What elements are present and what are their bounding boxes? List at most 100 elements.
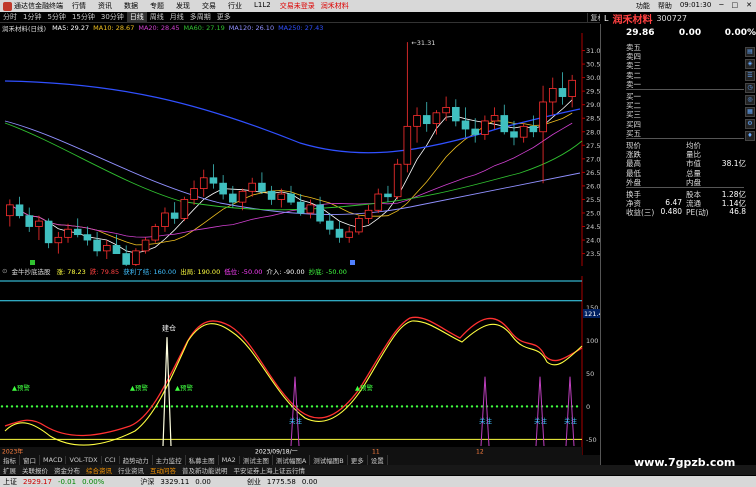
- sidebar-btn-1[interactable]: ▤: [745, 47, 755, 57]
- build-label: 建仓: [162, 324, 176, 333]
- indicator-chart[interactable]: 150100500-50121.46建仓▲预警▲预警▲预警▲预警关注关注关注关注…: [0, 276, 600, 455]
- indicator-tab-9[interactable]: 测试主图: [240, 455, 273, 465]
- info-tab-2[interactable]: 资金分布: [51, 465, 83, 475]
- candle-body: [539, 101, 547, 133]
- bottom-level-dot: [245, 405, 249, 408]
- trade-status[interactable]: 交易未登录: [277, 1, 318, 11]
- indicator-tab-7[interactable]: 私募主图: [186, 455, 219, 465]
- menu-item-0[interactable]: 行情: [66, 1, 92, 11]
- bottom-level-dot: [85, 405, 89, 408]
- info-tab-0[interactable]: 扩展: [0, 465, 19, 475]
- candle-body: [190, 188, 198, 200]
- indicator-tab-2[interactable]: MACD: [40, 456, 67, 464]
- period-5[interactable]: 日线: [126, 12, 147, 22]
- indicator-legend: ⊙ 金牛抄底选股 涨: 78.23 跌: 79.85 获利了结: 160.00 出局:…: [0, 266, 600, 276]
- period-6[interactable]: 周线: [147, 12, 167, 22]
- menu-item-7[interactable]: L1L2: [248, 1, 277, 11]
- menu-item-6[interactable]: 行业: [222, 1, 248, 11]
- period-7[interactable]: 月线: [167, 12, 187, 22]
- maximize-icon[interactable]: □: [728, 1, 743, 11]
- indicator-tab-11[interactable]: 测试幅图B: [310, 455, 348, 465]
- candle-body: [25, 215, 34, 227]
- sidebar-btn-6[interactable]: ▦: [745, 107, 755, 117]
- indicator-name[interactable]: 金牛抄底选股: [9, 266, 52, 276]
- bottom-level-dot: [500, 405, 504, 408]
- info-tab-5[interactable]: 互动问答: [147, 465, 179, 475]
- menu-item-5[interactable]: 交易: [196, 1, 222, 11]
- promo-stock[interactable]: 润禾材料: [318, 1, 352, 11]
- candle-body: [519, 125, 528, 138]
- quote-row-label2-1: 量比: [686, 150, 701, 160]
- kline-y-label: 28.50: [586, 115, 600, 123]
- menu-item-2[interactable]: 数据: [118, 1, 144, 11]
- bottom-level-dot: [475, 405, 479, 408]
- stock-code-letter: L: [604, 13, 609, 23]
- quote-row2-value2-1: 1.14亿: [721, 199, 746, 209]
- bottom-level-dot: [30, 405, 34, 408]
- bottom-level-dot: [440, 405, 444, 408]
- sidebar-btn-3[interactable]: ☰: [745, 71, 755, 81]
- menu-item-4[interactable]: 发现: [170, 1, 196, 11]
- indicator-tab-1[interactable]: 窗口: [20, 455, 40, 465]
- help-menu[interactable]: 帮助: [654, 1, 676, 11]
- candle-body: [413, 115, 421, 127]
- quote-row-label-2: 最高: [626, 159, 641, 169]
- bottom-level-dot: [465, 405, 469, 408]
- period-1[interactable]: 1分钟: [20, 12, 44, 22]
- indicator-tab-12[interactable]: 更多: [348, 455, 368, 465]
- period-0[interactable]: 分时: [0, 12, 20, 22]
- bottom-level-dot: [165, 405, 169, 408]
- menu-item-3[interactable]: 专题: [144, 1, 170, 11]
- info-tab-3[interactable]: 综合资讯: [83, 465, 115, 475]
- info-tab-6[interactable]: 普及新功能说明: [179, 465, 231, 475]
- candle-body: [306, 204, 315, 214]
- bottom-level-dot: [555, 405, 559, 408]
- indicator-tab-5[interactable]: 趋势动力: [120, 455, 153, 465]
- info-tab-7[interactable]: 平安证券上海上证云行情: [231, 465, 309, 475]
- indicator-tab-4[interactable]: CCI: [102, 456, 120, 464]
- indicator-tab-3[interactable]: VOL-TDX: [66, 456, 102, 464]
- info-tab-1[interactable]: 关联报价: [19, 465, 51, 475]
- kline-y-label: 29.00: [586, 101, 600, 109]
- quote-row2-0: 换手 股本 1.28亿: [626, 189, 746, 199]
- minimize-icon[interactable]: ─: [715, 1, 727, 11]
- sidebar-btn-2[interactable]: ◈: [745, 59, 755, 69]
- candle-body: [6, 204, 14, 217]
- stock-name[interactable]: 润禾材料: [612, 11, 652, 26]
- indicator-tab-6[interactable]: 主力监控: [153, 455, 186, 465]
- period-4[interactable]: 30分钟: [98, 12, 127, 22]
- period-9[interactable]: 更多: [214, 12, 234, 22]
- app-logo: 通达信金融终端: [0, 1, 66, 11]
- function-menu[interactable]: 功能: [632, 1, 654, 11]
- candle-body: [296, 201, 305, 214]
- bottom-level-dot: [180, 405, 184, 408]
- sidebar-btn-7[interactable]: ⚙: [745, 119, 755, 129]
- period-2[interactable]: 5分钟: [44, 12, 68, 22]
- sidebar-btn-8[interactable]: ♦: [745, 131, 755, 141]
- sidebar-btn-5[interactable]: ◎: [745, 95, 755, 105]
- kline-chart[interactable]: 31.00 30.50 30.00 29.50 29.00 28.50 28.00 27.50…: [0, 33, 600, 266]
- bottom-level-dot: [305, 405, 309, 408]
- close-icon[interactable]: ✕: [742, 1, 756, 11]
- sidebar-btn-4[interactable]: ◷: [745, 83, 755, 93]
- indicator-tab-0[interactable]: 指标: [0, 455, 20, 465]
- price-pct: 0.00%: [724, 28, 756, 38]
- bottom-level-dot: [215, 405, 219, 408]
- sh-index-label[interactable]: 上证: [0, 477, 20, 487]
- candle-body: [325, 220, 334, 230]
- cy-index-label[interactable]: 创业: [244, 477, 264, 487]
- indicator-settings-icon[interactable]: ⊙: [0, 267, 9, 275]
- indicator-tab-8[interactable]: MA2: [219, 456, 240, 464]
- info-tab-4[interactable]: 行业资讯: [115, 465, 147, 475]
- bottom-level-dot: [435, 405, 439, 408]
- hs-index-label[interactable]: 沪深: [137, 477, 157, 487]
- period-3[interactable]: 15分钟: [69, 12, 98, 22]
- period-8[interactable]: 多周期: [187, 12, 214, 22]
- indicator-tab-13[interactable]: 设置: [368, 455, 388, 465]
- hs-index-change: 0.00: [195, 477, 211, 486]
- quote-row-2: 最高 市值 38.1亿: [626, 158, 746, 169]
- menu-item-1[interactable]: 资讯: [92, 1, 118, 11]
- indicator-tab-10[interactable]: 测试幅图A: [273, 455, 311, 465]
- candle-body: [93, 239, 101, 252]
- quote-row2-label2-1: 流通: [686, 199, 701, 209]
